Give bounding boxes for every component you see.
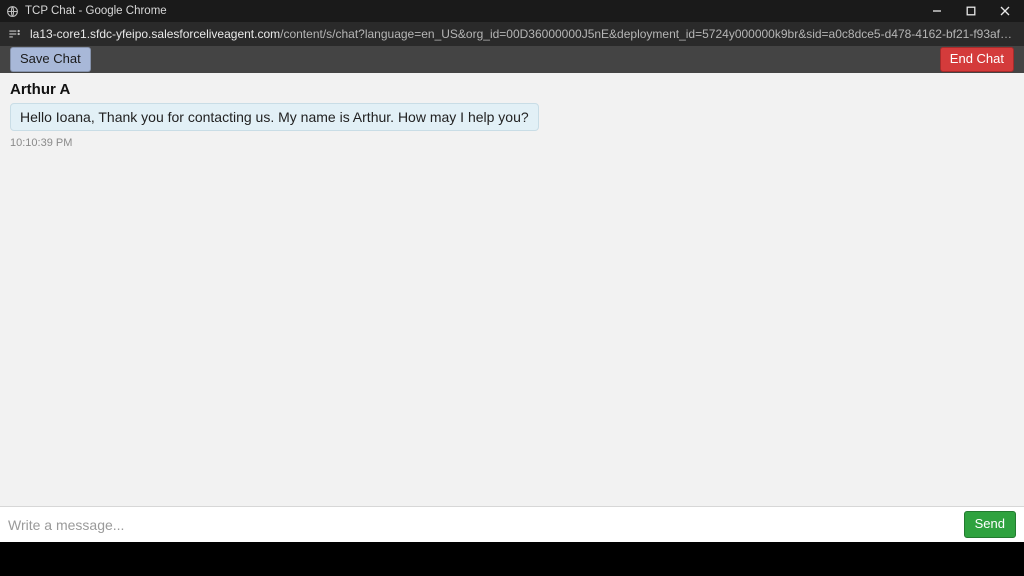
save-chat-button[interactable]: Save Chat bbox=[10, 47, 91, 72]
bottom-strip bbox=[0, 542, 1024, 576]
globe-icon bbox=[6, 5, 19, 18]
chat-transcript: Arthur A Hello Ioana, Thank you for cont… bbox=[0, 73, 1024, 506]
minimize-button[interactable] bbox=[920, 0, 954, 22]
url-host: la13-core1.sfdc-yfeipo.salesforceliveage… bbox=[30, 27, 280, 41]
message-timestamp: 10:10:39 PM bbox=[10, 137, 1014, 149]
compose-bar: Send bbox=[0, 506, 1024, 542]
site-info-icon[interactable] bbox=[6, 26, 22, 42]
agent-name: Arthur A bbox=[10, 81, 1014, 98]
close-button[interactable] bbox=[988, 0, 1022, 22]
address-bar[interactable]: la13-core1.sfdc-yfeipo.salesforceliveage… bbox=[0, 22, 1024, 46]
window-title: TCP Chat - Google Chrome bbox=[25, 5, 167, 17]
url-path: /content/s/chat?language=en_US&org_id=00… bbox=[280, 27, 1018, 41]
chat-action-bar: Save Chat End Chat bbox=[0, 46, 1024, 73]
window-titlebar: TCP Chat - Google Chrome bbox=[0, 0, 1024, 22]
url-text: la13-core1.sfdc-yfeipo.salesforceliveage… bbox=[30, 27, 1018, 41]
maximize-button[interactable] bbox=[954, 0, 988, 22]
message-input[interactable] bbox=[8, 517, 956, 533]
agent-message-bubble: Hello Ioana, Thank you for contacting us… bbox=[10, 103, 539, 131]
send-button[interactable]: Send bbox=[964, 511, 1016, 538]
end-chat-button[interactable]: End Chat bbox=[940, 47, 1014, 72]
